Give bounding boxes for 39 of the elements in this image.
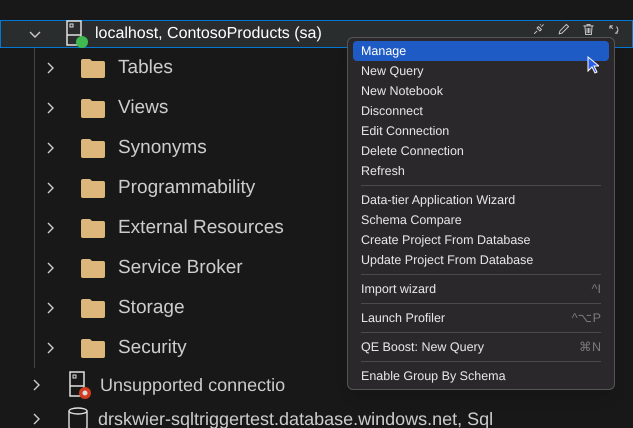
tree-item-label[interactable]: Security [118, 334, 187, 362]
folder-icon [80, 57, 106, 79]
tree-item-label[interactable]: Service Broker [118, 254, 243, 282]
menu-item[interactable]: New Notebook [353, 81, 609, 101]
menu-item[interactable]: Refresh [353, 161, 609, 181]
folder-icon [80, 97, 106, 119]
connection-label[interactable]: drskwier-sqltriggertest.database.windows.net, Sql [98, 406, 494, 428]
folder-icon [80, 177, 106, 199]
folder-icon [80, 217, 106, 239]
menu-item[interactable]: Create Project From Database [353, 230, 609, 250]
folder-icon [80, 137, 106, 159]
menu-item[interactable]: Enable Group By Schema [353, 366, 609, 386]
menu-item[interactable]: Delete Connection [353, 141, 609, 161]
menu-item[interactable]: Manage [353, 41, 609, 61]
menu-item[interactable]: Schema Compare [353, 210, 609, 230]
plug-icon[interactable] [532, 23, 545, 36]
menu-item[interactable]: Launch Profiler ^⌥P [353, 308, 609, 328]
connection-label: localhost, ContosoProducts (sa) [95, 24, 322, 44]
menu-item[interactable]: New Query [353, 61, 609, 81]
tree-item-label[interactable]: Views [118, 94, 168, 122]
folder-icon [80, 297, 106, 319]
connection-label[interactable]: Unsupported connectio [100, 372, 286, 398]
menu-item[interactable]: QE Boost: New Query ⌘N [353, 337, 609, 357]
folder-icon [80, 257, 106, 279]
menu-item[interactable]: Import wizard ^I [353, 279, 609, 299]
menu-item[interactable]: Update Project From Database [353, 250, 609, 270]
tree-item-label[interactable]: Programmability [118, 174, 256, 202]
tree-item-label[interactable]: Tables [118, 54, 173, 82]
folder-icon [80, 337, 106, 359]
trash-icon[interactable] [582, 23, 595, 36]
mouse-pointer-icon [587, 56, 599, 74]
refresh-icon[interactable] [607, 23, 620, 36]
menu-item[interactable]: Data-tier Application Wizard [353, 190, 609, 210]
tree-item-label[interactable]: Storage [118, 294, 185, 322]
tree-item-label[interactable]: Synonyms [118, 134, 207, 162]
pencil-icon[interactable] [557, 23, 570, 36]
menu-item[interactable]: Disconnect [353, 101, 609, 121]
tree-item-label[interactable]: External Resources [118, 214, 284, 242]
menu-item[interactable]: Edit Connection [353, 121, 609, 141]
